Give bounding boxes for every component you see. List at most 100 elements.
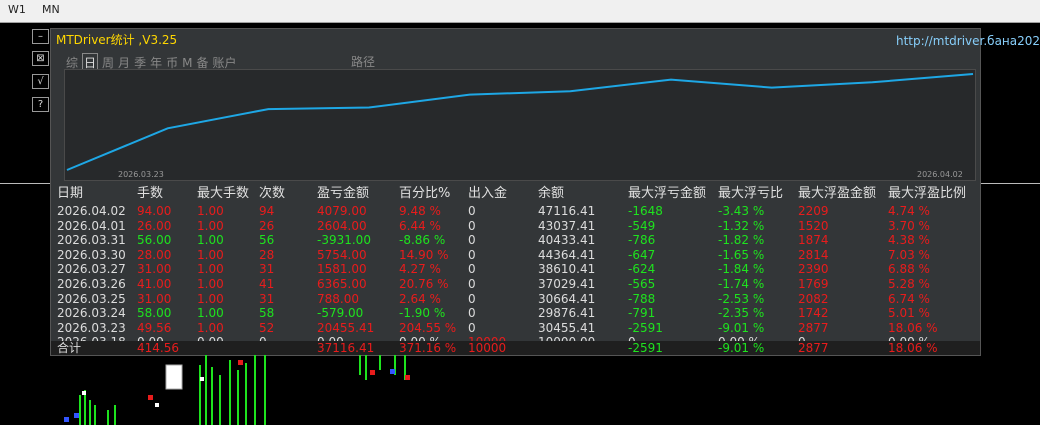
equity-line	[66, 73, 974, 171]
table-cell: 1581.00	[317, 262, 367, 277]
table-cell: 4079.00	[317, 204, 367, 218]
table-header-row: 日期 手数 最大手数 次数 盈亏金额 百分比% 出入金 余额 最大浮亏金额 最大浮亏比 最大浮盈金额…	[57, 184, 978, 204]
table-cell: 0	[468, 262, 476, 277]
table-cell: -3931.00	[317, 233, 371, 248]
column-header[interactable]: 日期	[57, 184, 137, 204]
totals-max-float-profit-pct: 18.06 %	[888, 341, 938, 355]
table-cell: 2026.03.24	[57, 306, 126, 321]
column-header[interactable]: 百分比%	[399, 184, 468, 204]
table-cell: 37029.41	[538, 276, 596, 291]
table-cell: 18.06 %	[888, 320, 938, 335]
stats-panel: MTDriver统计 ,V3.25 综日周月季年币 M 备账户 路径 2026.03…	[50, 28, 981, 356]
table-cell: 38610.41	[538, 262, 596, 277]
column-header[interactable]: 最大浮盈金额	[798, 184, 888, 204]
column-header[interactable]: 手数	[137, 184, 197, 204]
table-cell: 29876.41	[538, 306, 596, 321]
column-header[interactable]: 最大浮盈比例	[888, 184, 978, 204]
table-row[interactable]: 2026.04.01 26.00 1.00 26 2604.00 6.44 % 0 43037…	[57, 219, 978, 234]
table-cell: 2209	[798, 204, 829, 218]
table-cell: 0	[468, 204, 476, 218]
table-cell: 7.03 %	[888, 247, 930, 262]
table-cell: -3.43 %	[718, 204, 765, 218]
table-cell: 1742	[798, 306, 829, 321]
table-cell: 1.00	[197, 204, 224, 218]
table-cell: -8.86 %	[399, 233, 446, 248]
table-cell: 30455.41	[538, 320, 596, 335]
timeframe-w1-button[interactable]: W1	[8, 3, 26, 16]
column-header[interactable]: 最大手数	[197, 184, 259, 204]
table-cell: 47116.41	[538, 204, 596, 218]
help-icon[interactable]: ?	[32, 97, 49, 112]
period-tab[interactable]: M	[182, 56, 192, 70]
table-cell: 5.01 %	[888, 306, 930, 321]
timeframe-toolbar: W1 MN	[0, 0, 1040, 23]
panel-title: MTDriver统计 ,V3.25	[56, 33, 178, 47]
screenshot-icon[interactable]: ⊠	[32, 51, 49, 66]
table-cell: 1.00	[197, 291, 224, 306]
table-cell: -579.00	[317, 306, 364, 321]
table-row[interactable]: 2026.03.26 41.00 1.00 41 6365.00 20.76 % 0 3702…	[57, 277, 978, 292]
totals-deposit: 10000	[468, 341, 507, 355]
table-cell: 31.00	[137, 291, 172, 306]
table-cell: -791	[628, 306, 656, 321]
check-icon[interactable]: √	[32, 74, 49, 89]
table-cell: 9.48 %	[399, 204, 441, 218]
totals-row: 合计 414.56 37116.41 371.16 % 10000 -2591 …	[51, 341, 980, 355]
table-cell: -565	[628, 276, 656, 291]
table-row[interactable]: 2026.03.25 31.00 1.00 31 788.00 2.64 % 0 30664.…	[57, 292, 978, 307]
table-cell: 40433.41	[538, 233, 596, 248]
table-cell: 2026.03.31	[57, 233, 126, 248]
table-cell: 52	[259, 320, 275, 335]
table-row[interactable]: 2026.03.31 56.00 1.00 56 -3931.00 -8.86 % 0 404…	[57, 233, 978, 248]
chart-end-date: 2026.04.02	[917, 170, 963, 179]
column-header[interactable]: 次数	[259, 184, 317, 204]
column-header[interactable]: 最大浮亏金额	[628, 184, 718, 204]
table-row[interactable]: 2026.03.24 58.00 1.00 58 -579.00 -1.90 % 0 2987…	[57, 306, 978, 321]
table-cell: 0	[468, 291, 476, 306]
table-row[interactable]: 2026.03.23 49.56 1.00 52 20455.41 204.55 % 0 30…	[57, 321, 978, 336]
table-row[interactable]: 2026.04.02 94.00 1.00 94 4079.00 9.48 % 0 47116…	[57, 204, 978, 219]
website-link[interactable]: http://mtdriver.бана2026_赞	[896, 32, 1040, 49]
table-cell: 2026.03.23	[57, 320, 126, 335]
table-cell: 2604.00	[317, 218, 367, 233]
table-cell: 1874	[798, 233, 829, 248]
table-cell: 6365.00	[317, 276, 367, 291]
timeframe-mn-button[interactable]: MN	[42, 3, 60, 16]
table-cell: -1.84 %	[718, 262, 765, 277]
totals-max-float-loss-pct: -9.01 %	[718, 341, 765, 355]
table-cell: 0	[468, 233, 476, 248]
equity-chart: 2026.03.23 2026.04.02	[64, 69, 976, 181]
table-cell: 2026.04.01	[57, 218, 126, 233]
table-cell: 3.70 %	[888, 218, 930, 233]
table-cell: 20.76 %	[399, 276, 449, 291]
table-cell: 49.56	[137, 320, 172, 335]
table-cell: 2814	[798, 247, 829, 262]
table-cell: 788.00	[317, 291, 359, 306]
table-cell: 2026.03.26	[57, 276, 126, 291]
table-cell: 2390	[798, 262, 829, 277]
table-cell: -1648	[628, 204, 663, 218]
minimize-icon[interactable]: –	[32, 29, 49, 44]
table-cell: 204.55 %	[399, 320, 457, 335]
table-cell: 1769	[798, 276, 829, 291]
table-cell: -786	[628, 233, 656, 248]
column-header[interactable]: 最大浮亏比	[718, 184, 798, 204]
table-cell: 26	[259, 218, 275, 233]
table-cell: 43037.41	[538, 218, 596, 233]
route-label[interactable]: 路径	[351, 53, 375, 70]
table-cell: 2877	[798, 320, 829, 335]
table-cell: 94.00	[137, 204, 172, 218]
column-header[interactable]: 盈亏金额	[317, 184, 399, 204]
table-row[interactable]: 2026.03.27 31.00 1.00 31 1581.00 4.27 % 0 38610…	[57, 262, 978, 277]
table-cell: -1.74 %	[718, 276, 765, 291]
table-cell: 1.00	[197, 218, 224, 233]
price-candles	[64, 355, 410, 425]
column-header[interactable]: 余额	[538, 184, 628, 204]
table-row[interactable]: 2026.03.30 28.00 1.00 28 5754.00 14.90 % 0 4436…	[57, 248, 978, 263]
table-cell: 41.00	[137, 276, 172, 291]
table-cell: 0	[468, 247, 476, 262]
table-cell: -1.82 %	[718, 233, 765, 248]
column-header[interactable]: 出入金	[468, 184, 538, 204]
table-cell: 44364.41	[538, 247, 596, 262]
table-cell: 0	[468, 276, 476, 291]
